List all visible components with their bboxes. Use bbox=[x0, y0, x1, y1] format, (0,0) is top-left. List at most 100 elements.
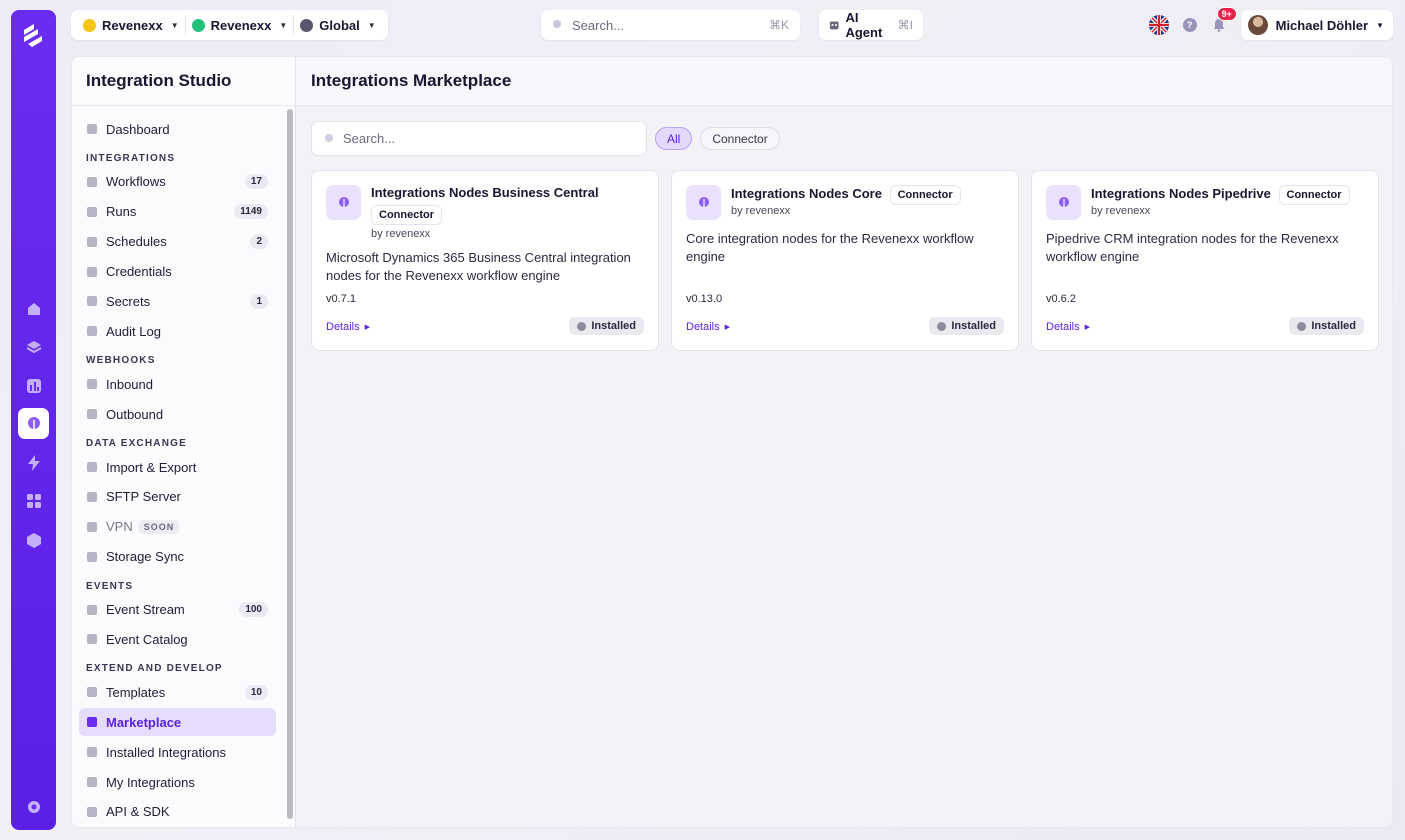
settings-icon[interactable] bbox=[18, 791, 49, 822]
details-link[interactable]: Details ▶ bbox=[326, 321, 370, 333]
filter-connector[interactable]: Connector bbox=[700, 127, 780, 150]
sidebar-item-label: Inbound bbox=[106, 376, 153, 392]
database-icon bbox=[87, 462, 97, 473]
sidebar-item-credentials[interactable]: Credentials bbox=[79, 258, 276, 286]
sidebar-item-templates[interactable]: Templates 10 bbox=[79, 678, 276, 706]
count-badge: 2 bbox=[250, 234, 268, 250]
count-badge: 17 bbox=[244, 174, 268, 190]
search-icon bbox=[553, 20, 561, 28]
chevron-down-icon: ▼ bbox=[279, 20, 288, 30]
chevron-down-icon: ▼ bbox=[170, 20, 179, 30]
sidebar-item-outbound[interactable]: Outbound bbox=[79, 400, 276, 428]
details-link[interactable]: Details ▶ bbox=[686, 321, 730, 333]
sidebar-item-event-stream[interactable]: Event Stream 100 bbox=[79, 596, 276, 624]
card-title: Integrations Nodes Business Central bbox=[371, 185, 599, 200]
cube-icon[interactable] bbox=[18, 524, 49, 555]
page-title: Integrations Marketplace bbox=[296, 57, 1392, 106]
chart-icon bbox=[87, 206, 97, 217]
sidebar-item-vpn[interactable]: VPN SOON bbox=[79, 513, 276, 541]
code-icon bbox=[87, 806, 97, 817]
sidebar-item-marketplace[interactable]: Marketplace bbox=[79, 708, 276, 737]
sidebar-item-workflows[interactable]: Workflows 17 bbox=[79, 168, 276, 196]
apps-icon[interactable] bbox=[18, 485, 49, 516]
region-switcher[interactable]: Global ▼ bbox=[294, 10, 381, 40]
key-icon bbox=[87, 296, 97, 307]
count-badge: 1149 bbox=[234, 204, 268, 220]
book-icon bbox=[87, 634, 97, 645]
help-icon[interactable]: ? bbox=[1182, 18, 1197, 32]
sidebar-item-installed-integrations[interactable]: Installed Integrations bbox=[79, 738, 276, 766]
count-badge: 1 bbox=[250, 293, 268, 309]
nav-section-heading: EXTEND AND DEVELOP bbox=[86, 663, 223, 675]
chevron-right-icon: ▶ bbox=[364, 324, 371, 331]
integration-card[interactable]: Integrations Nodes Pipedrive Connector b… bbox=[1031, 170, 1379, 351]
sidebar-item-dashboard[interactable]: Dashboard bbox=[79, 115, 276, 143]
status-label: Installed bbox=[951, 320, 996, 332]
top-right-actions: ? 9+ Michael Döhler ▼ bbox=[1148, 7, 1393, 40]
chevron-down-icon: ▼ bbox=[1376, 20, 1384, 30]
marketplace-search-input[interactable]: Search... bbox=[311, 121, 647, 156]
region-label: Global bbox=[319, 17, 360, 33]
sidebar-item-api-sdk[interactable]: API & SDK bbox=[79, 798, 276, 826]
card-description: Core integration nodes for the Revenexx … bbox=[686, 231, 974, 264]
sidebar-item-my-integrations[interactable]: My Integrations bbox=[79, 768, 276, 796]
home-icon[interactable] bbox=[18, 293, 49, 324]
user-menu[interactable]: Michael Döhler ▼ bbox=[1240, 10, 1393, 40]
global-search[interactable]: Search... ⌘K bbox=[541, 10, 800, 40]
workspace-switcher[interactable]: Revenexx ▼ bbox=[186, 10, 294, 40]
check-icon bbox=[577, 321, 587, 331]
details-link[interactable]: Details ▶ bbox=[1046, 321, 1090, 333]
sidebar-item-inbound[interactable]: Inbound bbox=[79, 370, 276, 398]
notifications-button[interactable]: 9+ bbox=[1211, 7, 1237, 33]
card-author: by revenexx bbox=[371, 228, 431, 240]
sidebar-item-runs[interactable]: Runs 1149 bbox=[79, 198, 276, 226]
chevron-right-icon: ▶ bbox=[1084, 324, 1091, 331]
integration-cards: Integrations Nodes Business Central Conn… bbox=[311, 170, 1379, 351]
language-flag-icon[interactable] bbox=[1148, 15, 1169, 35]
scrollbar-thumb[interactable] bbox=[287, 109, 293, 819]
card-author: by revenexx bbox=[1091, 205, 1151, 217]
check-icon bbox=[937, 321, 947, 331]
analytics-icon[interactable] bbox=[18, 370, 49, 401]
sidebar-item-label: Storage Sync bbox=[106, 549, 185, 565]
user-name: Michael Döhler bbox=[1275, 17, 1369, 33]
bolt-icon[interactable] bbox=[18, 447, 49, 478]
search-shortcut: ⌘K bbox=[768, 18, 789, 32]
check-icon bbox=[1297, 321, 1307, 331]
filter-all[interactable]: All bbox=[655, 127, 693, 150]
sidebar-item-audit-log[interactable]: Audit Log bbox=[79, 317, 276, 345]
sidebar-item-storage-sync[interactable]: Storage Sync bbox=[79, 543, 276, 571]
count-badge: 10 bbox=[244, 684, 268, 700]
card-version: v0.7.1 bbox=[326, 293, 356, 305]
sidebar-item-label: API & SDK bbox=[106, 804, 170, 820]
org-switcher[interactable]: Revenexx ▼ bbox=[77, 10, 185, 40]
ai-agent-button[interactable]: AI Agent ⌘I bbox=[819, 10, 923, 40]
sidebar-item-event-catalog[interactable]: Event Catalog bbox=[79, 625, 276, 653]
sidebar-item-sftp-server[interactable]: SFTP Server bbox=[79, 483, 276, 511]
org-label: Revenexx bbox=[102, 17, 163, 33]
nav-section-heading: WEBHOOKS bbox=[86, 355, 156, 367]
robot-icon bbox=[829, 21, 839, 30]
status-badge: Installed bbox=[1289, 317, 1364, 335]
chevron-down-icon: ▼ bbox=[367, 20, 376, 30]
sidebar-scrollbar[interactable] bbox=[287, 109, 293, 819]
integration-card[interactable]: Integrations Nodes Business Central Conn… bbox=[311, 170, 659, 351]
card-title: Integrations Nodes Core bbox=[731, 186, 882, 201]
integration-card[interactable]: Integrations Nodes Core Connector by rev… bbox=[671, 170, 1019, 351]
sidebar-item-label: SFTP Server bbox=[106, 489, 181, 505]
sidebar-item-secrets[interactable]: Secrets 1 bbox=[79, 287, 276, 315]
integrations-icon[interactable] bbox=[18, 408, 49, 439]
sidebar-item-schedules[interactable]: Schedules 2 bbox=[79, 228, 276, 256]
globe-icon bbox=[300, 18, 314, 32]
sidebar-item-label: Workflows bbox=[106, 174, 166, 190]
sidebar-item-import-export[interactable]: Import & Export bbox=[79, 453, 276, 481]
sidebar-item-label: Secrets bbox=[106, 293, 151, 309]
app-logo[interactable] bbox=[20, 22, 48, 50]
layers-icon[interactable] bbox=[18, 331, 49, 362]
workspace-label: Revenexx bbox=[210, 17, 272, 33]
sidebar-item-label: Event Stream bbox=[106, 602, 185, 618]
sidebar-item-label: Outbound bbox=[106, 406, 164, 422]
sidebar-item-label: Marketplace bbox=[106, 714, 182, 730]
card-version: v0.13.0 bbox=[686, 293, 723, 305]
notification-badge: 9+ bbox=[1216, 7, 1237, 21]
